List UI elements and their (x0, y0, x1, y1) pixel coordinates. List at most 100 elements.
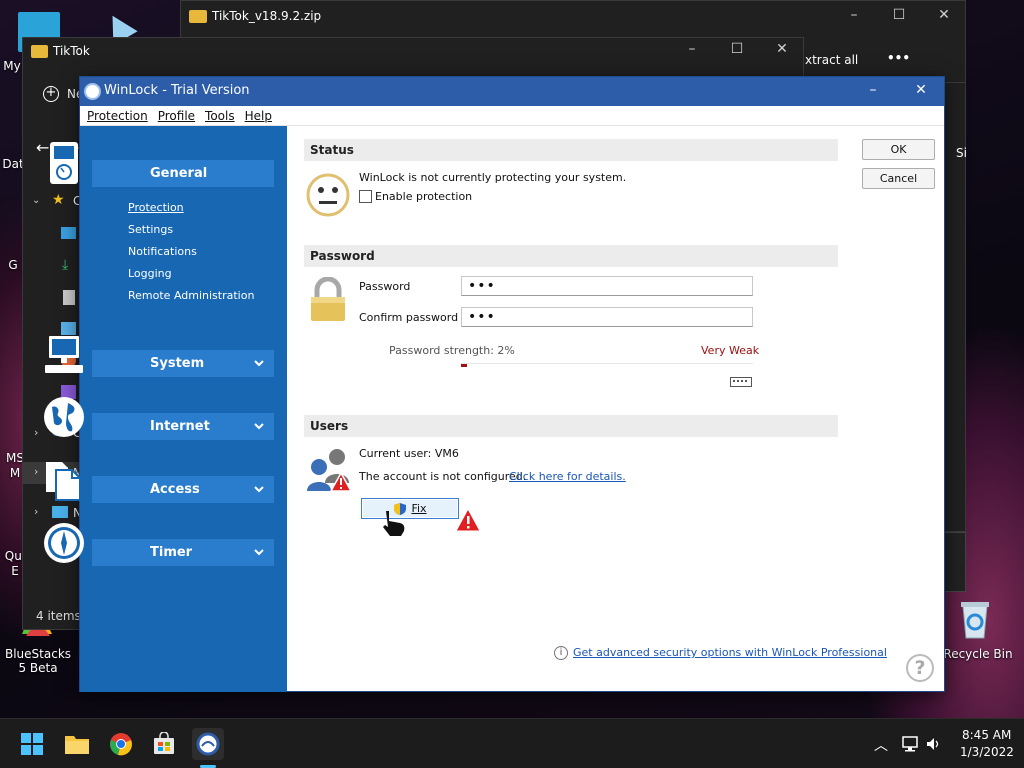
more-options-button[interactable]: ••• (887, 51, 910, 65)
sidebar: General Protection Settings Notification… (44, 126, 287, 692)
category-internet-label: Internet (150, 419, 210, 434)
cancel-button[interactable]: Cancel (862, 168, 935, 189)
category-general[interactable]: General (50, 142, 274, 187)
confirm-password-label: Confirm password (359, 311, 459, 324)
current-user-text: Current user: VM6 (359, 447, 459, 460)
subitem-notifications[interactable]: Notifications (128, 245, 197, 258)
compass-icon (44, 523, 84, 563)
chevron-down-icon[interactable]: ⌄ (32, 195, 40, 206)
password-header: Password (304, 245, 838, 267)
keyboard-icon[interactable] (730, 377, 752, 387)
taskbar: ︿ 8:45 AM 1/3/2022 (0, 718, 1024, 768)
enable-protection-label[interactable]: Enable protection (375, 190, 472, 203)
documents-icon (46, 462, 81, 501)
clock-date[interactable]: 1/3/2022 (960, 745, 1014, 759)
chevron-right-icon[interactable]: › (34, 426, 38, 439)
neutral-face-icon (306, 173, 350, 217)
category-system[interactable]: System (45, 336, 274, 377)
minimize-button[interactable]: – (862, 82, 884, 98)
extract-all-button[interactable]: xtract all (805, 53, 858, 67)
help-icon[interactable]: ? (906, 654, 934, 682)
status-header: Status (304, 139, 838, 161)
maximize-button[interactable]: ☐ (876, 7, 922, 23)
document-icon[interactable] (63, 290, 75, 305)
category-timer[interactable]: Timer (44, 523, 274, 566)
chevron-up-icon[interactable]: ︿ (874, 735, 888, 755)
subitem-remote-administration[interactable]: Remote Administration (128, 289, 254, 302)
minimize-button[interactable]: – (831, 7, 877, 23)
category-timer-label: Timer (150, 545, 193, 560)
chrome-taskbar-button[interactable] (105, 728, 137, 760)
menu-help[interactable]: Help (245, 109, 272, 123)
windows-icon (21, 733, 43, 755)
users-header: Users (304, 415, 838, 437)
category-internet[interactable]: Internet (44, 397, 274, 440)
desktop-icon-label: Dat (2, 157, 24, 171)
winlock-title: WinLock - Trial Version (104, 83, 250, 98)
password-label: Password (359, 280, 411, 293)
media-player-icon (50, 142, 78, 184)
close-button[interactable]: ✕ (921, 7, 967, 23)
minimize-button[interactable]: – (669, 41, 715, 57)
details-link[interactable]: Click here for details. (509, 470, 626, 483)
hand-pointer-icon (383, 511, 405, 536)
folder-icon (31, 45, 48, 58)
desktop-nav-icon[interactable] (61, 227, 76, 239)
start-button[interactable] (16, 728, 48, 760)
winlock-titlebar[interactable]: WinLock - Trial Version – ✕ (80, 77, 944, 106)
winlock-logo-icon (84, 83, 101, 100)
plus-icon: + (43, 86, 59, 102)
account-not-configured-text: The account is not configured. (359, 470, 527, 483)
category-access[interactable]: Access (46, 462, 274, 503)
status-bar-text: 4 items (36, 609, 81, 623)
recycle-bin-icon[interactable] (957, 598, 993, 640)
computer-icon (45, 336, 83, 373)
password-field[interactable]: ••• (461, 276, 753, 296)
file-explorer-taskbar-button[interactable] (61, 728, 93, 760)
chevron-down-icon (254, 486, 264, 493)
chevron-down-icon (254, 360, 264, 367)
recycle-bin-label: Recycle Bin (943, 647, 1013, 661)
password-strength-bar (461, 363, 753, 367)
confirm-password-field[interactable]: ••• (461, 307, 753, 327)
background-window-edge (944, 532, 966, 592)
status-message: WinLock is not currently protecting your… (359, 171, 627, 184)
menu-profile[interactable]: Profile (158, 109, 195, 123)
menu-tools[interactable]: Tools (205, 109, 235, 123)
volume-icon[interactable] (926, 737, 942, 751)
category-general-label: General (150, 166, 208, 181)
new-button[interactable]: + Ne (43, 86, 83, 102)
professional-link[interactable]: Get advanced security options with WinLo… (573, 646, 887, 659)
ok-button[interactable]: OK (862, 139, 935, 160)
chevron-down-icon (254, 549, 264, 556)
subitem-settings[interactable]: Settings (128, 223, 173, 236)
subitem-protection[interactable]: Protection (128, 201, 184, 214)
chrome-icon (110, 733, 132, 756)
background-window-fragment: Si (956, 146, 967, 160)
store-taskbar-button[interactable] (148, 728, 180, 760)
network-icon[interactable] (52, 506, 68, 518)
close-button[interactable]: ✕ (759, 41, 805, 57)
chevron-down-icon (254, 423, 264, 430)
globe-icon (44, 397, 84, 437)
network-icon[interactable] (902, 736, 920, 752)
chevron-right-icon[interactable]: › (34, 465, 38, 478)
maximize-button[interactable]: ☐ (714, 41, 760, 57)
fix-button[interactable]: Fix (361, 498, 459, 519)
subitem-logging[interactable]: Logging (128, 267, 172, 280)
download-icon[interactable]: ⤓ (62, 257, 68, 273)
bluestacks-label: BlueStacks 5 Beta (4, 647, 72, 675)
password-strength-fill (461, 364, 467, 367)
clock-time[interactable]: 8:45 AM (962, 728, 1011, 742)
warning-icon (455, 508, 481, 532)
winlock-taskbar-button[interactable] (192, 728, 224, 760)
winlock-window: WinLock - Trial Version – ✕ Protection P… (44, 76, 945, 692)
folder-icon (65, 736, 89, 754)
zip-window-title: TikTok_v18.9.2.zip (212, 9, 322, 23)
password-strength-rating: Very Weak (701, 344, 760, 357)
enable-protection-checkbox[interactable] (359, 190, 372, 203)
menu-protection[interactable]: Protection (87, 109, 148, 123)
category-access-label: Access (150, 482, 200, 497)
chevron-right-icon[interactable]: › (34, 505, 38, 518)
close-button[interactable]: ✕ (910, 82, 932, 98)
